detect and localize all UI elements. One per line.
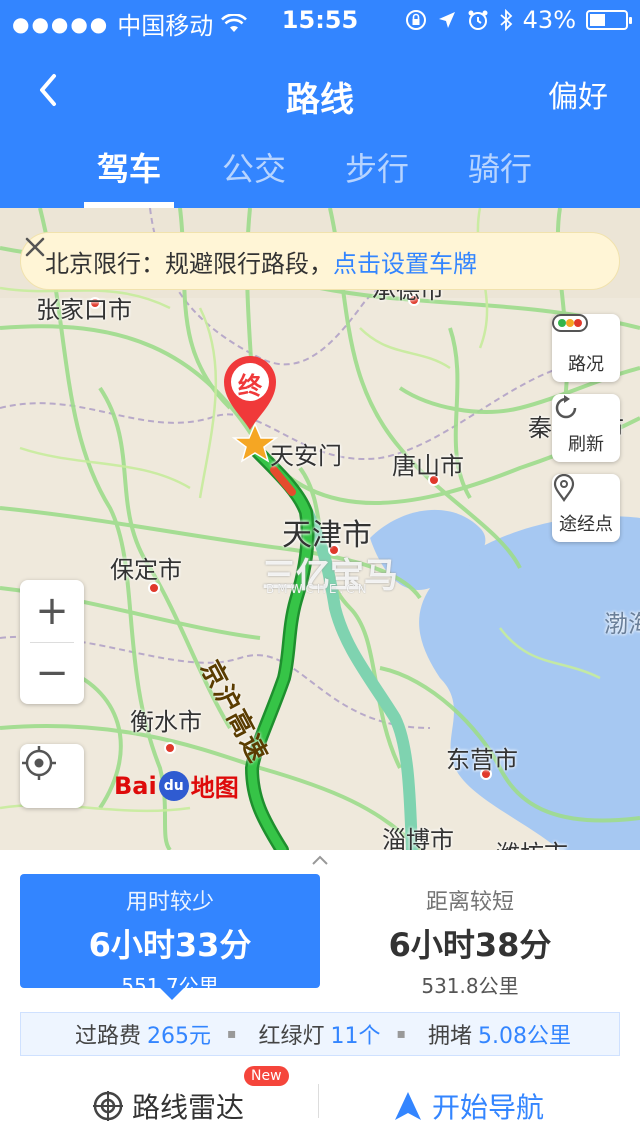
- set-plate-link[interactable]: 点击设置车牌: [333, 244, 477, 279]
- city-label: 衡水市: [130, 708, 202, 736]
- route-panel: 用时较少 6小时33分 551.7公里 距离较短 6小时38分 531.8公里 …: [0, 850, 640, 1136]
- watermark-sub: BMWCHE.CN: [266, 582, 370, 596]
- tab-transit[interactable]: 公交: [204, 144, 304, 190]
- notice-text: 北京限行：规避限行路段，: [45, 249, 333, 278]
- toll-value: 265元: [146, 1024, 211, 1049]
- city-label: 淄博市: [382, 826, 454, 850]
- locate-button[interactable]: [20, 744, 84, 808]
- city-label: 唐山市: [392, 452, 464, 480]
- action-bar: 路线雷达 New 开始导航: [0, 1066, 640, 1136]
- status-right: 43%: [405, 6, 632, 34]
- battery-percent: 43%: [522, 6, 576, 34]
- baidu-logo-right: 地图: [190, 774, 239, 802]
- nav-bar: 路线 偏好 驾车 公交 步行 骑行: [0, 40, 640, 208]
- baidu-paw-icon: du: [158, 770, 189, 801]
- refresh-icon: [555, 395, 577, 419]
- congestion-value: 5.08公里: [478, 1024, 572, 1049]
- zoom-in-button[interactable]: +: [20, 580, 84, 642]
- location-arrow-icon: [438, 12, 455, 28]
- route-distance: 531.8公里: [421, 974, 519, 998]
- toll-label: 过路费: [74, 1024, 141, 1049]
- battery-icon: [586, 10, 632, 30]
- route-info-bar: 过路费 265元 ▪ 红绿灯 11个 ▪ 拥堵 5.08公里: [20, 1012, 620, 1056]
- traffic-lights-label: 红绿灯: [258, 1024, 325, 1049]
- traffic-light-icon: [552, 314, 588, 332]
- route-time: 6小时33分: [88, 926, 252, 964]
- chevron-up-icon[interactable]: [310, 854, 330, 866]
- preference-button[interactable]: 偏好: [548, 72, 608, 116]
- restriction-notice[interactable]: 北京限行：规避限行路段， 点击设置车牌: [20, 232, 620, 290]
- start-navigation-button[interactable]: 开始导航: [392, 1076, 544, 1136]
- end-marker-label: 终: [238, 372, 262, 400]
- refresh-button[interactable]: 刷新: [552, 394, 620, 462]
- route-option-fastest[interactable]: 用时较少 6小时33分 551.7公里: [20, 874, 320, 1000]
- new-badge: New: [244, 1066, 289, 1086]
- traffic-label: 路况: [568, 354, 604, 375]
- traffic-button[interactable]: 路况: [552, 314, 620, 382]
- city-label: 天安门: [270, 442, 342, 470]
- route-option-shortest[interactable]: 距离较短 6小时38分 531.8公里: [320, 874, 620, 998]
- close-icon[interactable]: [21, 233, 49, 261]
- traffic-lights-value: 11个: [330, 1024, 381, 1049]
- congestion-label: 拥堵: [428, 1024, 473, 1049]
- alarm-icon: [468, 10, 488, 30]
- status-bar: ●●●●● 中国移动 15:55 43%: [0, 0, 640, 40]
- info-separator: ▪: [226, 1026, 237, 1042]
- tab-bike[interactable]: 骑行: [450, 144, 550, 190]
- radar-icon: [93, 1091, 123, 1121]
- page-title: 路线: [286, 80, 354, 120]
- city-label: 张家口市: [36, 296, 132, 324]
- baidu-logo: Bai du 地图: [114, 768, 239, 803]
- route-time: 6小时38分: [388, 926, 552, 964]
- rotation-lock-icon: [405, 10, 426, 30]
- route-radar-button[interactable]: 路线雷达: [92, 1076, 244, 1136]
- crosshair-icon: [22, 746, 56, 780]
- zoom-out-button[interactable]: −: [20, 642, 84, 704]
- sea-label: 渤海: [604, 610, 640, 638]
- waypoint-pin-icon: [553, 474, 575, 502]
- info-separator: ▪: [396, 1026, 407, 1042]
- route-label: 用时较少: [125, 890, 214, 915]
- battery-fill: [590, 14, 605, 26]
- baidu-logo-left: Bai: [114, 771, 157, 800]
- waypoint-label: 途经点: [559, 514, 613, 535]
- city-label: 东营市: [446, 746, 518, 774]
- city-label: 保定市: [110, 556, 182, 584]
- bluetooth-icon: [500, 9, 512, 31]
- mode-tabs: 驾车 公交 步行 骑行: [0, 144, 640, 208]
- map-view[interactable]: 张家口市 承德市 天安门 唐山市 秦皇岛市 天津市 保定市 渤海 衡水市 东营市…: [0, 208, 640, 850]
- start-navigation-label: 开始导航: [432, 1091, 545, 1124]
- end-marker[interactable]: 终: [220, 354, 280, 432]
- waypoint-button[interactable]: 途经点: [552, 474, 620, 542]
- refresh-label: 刷新: [568, 434, 604, 455]
- route-label: 距离较短: [425, 890, 514, 915]
- route-distance: 551.7公里: [121, 974, 219, 998]
- city-label: 潍坊市: [496, 834, 568, 850]
- tab-walk[interactable]: 步行: [327, 144, 427, 190]
- route-radar-label: 路线雷达: [132, 1091, 245, 1124]
- tab-drive[interactable]: 驾车: [79, 144, 179, 190]
- zoom-control: + −: [20, 580, 84, 704]
- action-divider: [318, 1084, 319, 1118]
- navigation-arrow-icon: [395, 1092, 421, 1120]
